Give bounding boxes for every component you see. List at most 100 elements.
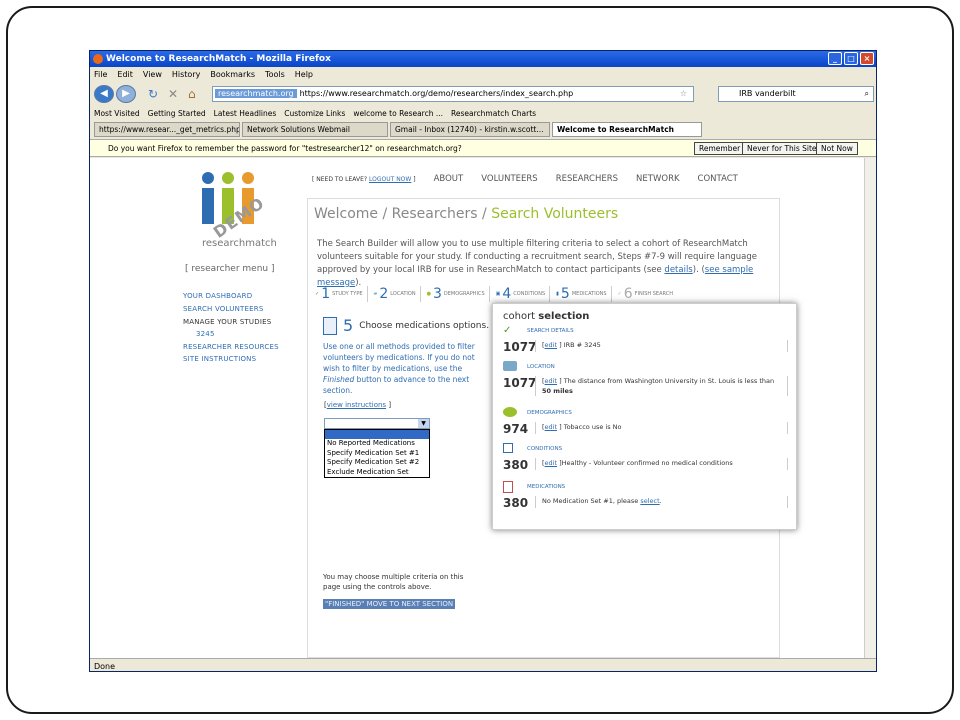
password-notification: Do you want Firefox to remember the pass…	[90, 139, 876, 157]
menu-tools[interactable]: Tools	[265, 68, 285, 82]
option-no-reported[interactable]: No Reported Medications	[325, 439, 429, 449]
demographics-icon	[503, 407, 517, 417]
nav-network[interactable]: NETWORK	[636, 174, 680, 184]
menu-help[interactable]: Help	[295, 68, 313, 82]
step-location[interactable]: ▰ 2 LOCATION	[374, 286, 421, 302]
medications-heading: 5 Choose medications options.	[323, 316, 489, 335]
tab-researchmatch[interactable]: Welcome to ResearchMatch	[552, 122, 702, 137]
search-icon[interactable]: ⌕	[865, 87, 869, 101]
remember-button[interactable]: Remember	[694, 142, 746, 155]
menu-file[interactable]: File	[94, 68, 107, 82]
researcher-menu-title: [ researcher menu ]	[185, 264, 275, 274]
menu-resources[interactable]: RESEARCHER RESOURCES	[183, 343, 279, 351]
step-finish[interactable]: ✓ 6 FINISH SEARCH	[618, 286, 677, 302]
home-icon[interactable]: ⌂	[188, 87, 196, 101]
minimize-button[interactable]: _	[828, 52, 842, 65]
menu-edit[interactable]: Edit	[117, 68, 133, 82]
view-instructions-link[interactable]: view instructions	[327, 401, 386, 409]
multiple-criteria-note: You may choose multiple criteria on this…	[323, 573, 464, 591]
cohort-conditions: CONDITIONS 380 [edit ]Healthy - Volunteer…	[503, 443, 788, 472]
back-button[interactable]: ◀	[94, 85, 114, 103]
cohort-selection-panel: cohort selection ✓ SEARCH DETAILS 1077 [e…	[492, 303, 797, 530]
url-bar[interactable]: researchmatch.org https://www.researchmat…	[212, 86, 694, 102]
site-identity-badge[interactable]: researchmatch.org	[215, 89, 297, 98]
nav-volunteers[interactable]: VOLUNTEERS	[481, 174, 537, 184]
status-bar: Done	[90, 658, 876, 671]
bookmark-item[interactable]: Customize Links	[284, 106, 345, 121]
nav-researchers[interactable]: RESEARCHERS	[556, 174, 618, 184]
firefox-icon	[93, 54, 103, 64]
url-text: https://www.researchmatch.org/demo/resea…	[299, 89, 574, 98]
star-icon[interactable]: ☆	[680, 87, 687, 101]
maximize-button[interactable]: □	[844, 52, 858, 65]
edit-link[interactable]: edit	[545, 459, 557, 467]
breadcrumb: Welcome / Researchers / Search Volunteer…	[314, 206, 619, 222]
crumb-welcome[interactable]: Welcome	[314, 206, 378, 222]
option-exclude[interactable]: Exclude Medication Set	[325, 468, 429, 478]
option-set-1[interactable]: Specify Medication Set #1	[325, 449, 429, 459]
medication-select[interactable]: ▼	[324, 418, 430, 429]
demo-stamp: DEMO	[209, 193, 268, 242]
bookmark-item[interactable]: Most Visited	[94, 106, 140, 121]
reload-icon[interactable]: ↻	[148, 87, 158, 101]
logo-wordmark: researchmatch	[202, 238, 277, 249]
browser-window: Welcome to ResearchMatch - Mozilla Firef…	[89, 50, 877, 672]
tab-webmail[interactable]: Network Solutions Webmail	[242, 122, 388, 137]
stop-icon[interactable]: ✕	[168, 87, 178, 101]
vertical-scrollbar[interactable]	[864, 158, 876, 658]
menu-view[interactable]: View	[143, 68, 162, 82]
bookmark-item[interactable]: Latest Headlines	[214, 106, 277, 121]
chevron-down-icon[interactable]: ▼	[418, 419, 429, 428]
page-content: DEMO researchmatch [ researcher menu ] Y…	[90, 158, 866, 658]
option-highlighted[interactable]	[325, 430, 429, 439]
top-navigation: [ NEED TO LEAVE? LOGOUT NOW ] ABOUT VOLU…	[312, 174, 782, 184]
step-medications[interactable]: ▮ 5 MEDICATIONS	[556, 286, 612, 302]
bookmark-item[interactable]: welcome to Research ...	[353, 106, 443, 121]
forward-button[interactable]: ▶	[116, 85, 136, 103]
menu-history[interactable]: History	[172, 68, 200, 82]
tab-strip: https://www.resear..._get_metrics.php Ne…	[90, 122, 876, 138]
menu-bookmarks[interactable]: Bookmarks	[210, 68, 255, 82]
cohort-demographics: DEMOGRAPHICS 974 [edit ] Tobacco use is N…	[503, 407, 788, 436]
cohort-medications: MEDICATIONS 380 No Medication Set #1, ple…	[503, 481, 788, 510]
menu-manage-studies[interactable]: MANAGE YOUR STUDIES	[183, 318, 271, 326]
edit-link[interactable]: edit	[545, 377, 557, 385]
logout-link[interactable]: LOGOUT NOW	[369, 176, 411, 183]
crumb-researchers[interactable]: Researchers	[392, 206, 478, 222]
option-set-2[interactable]: Specify Medication Set #2	[325, 458, 429, 468]
menu-study-3245[interactable]: 3245	[196, 330, 215, 338]
menu-bar: File Edit View History Bookmarks Tools H…	[90, 68, 876, 82]
map-icon	[503, 361, 517, 371]
menu-dashboard[interactable]: YOUR DASHBOARD	[183, 292, 252, 300]
step-conditions[interactable]: ▣ 4 CONDITIONS	[496, 286, 551, 302]
conditions-icon	[503, 443, 513, 453]
edit-link[interactable]: edit	[545, 341, 557, 349]
menu-instructions[interactable]: SITE INSTRUCTIONS	[183, 355, 256, 363]
bookmark-item[interactable]: Researchmatch Charts	[451, 106, 536, 121]
select-link[interactable]: select	[640, 497, 659, 505]
finished-button[interactable]: "FINISHED" MOVE TO NEXT SECTION	[323, 599, 456, 609]
menu-search-volunteers[interactable]: SEARCH VOLUNTEERS	[183, 305, 263, 313]
search-steps: ✓ 1 STUDY TYPE ▰ 2 LOCATION ● 3 DEMOGRAPHICS ▣…	[315, 284, 775, 304]
details-link[interactable]: details	[664, 265, 692, 275]
medication-options: No Reported Medications Specify Medicati…	[324, 429, 430, 478]
bookmark-item[interactable]: Getting Started	[148, 106, 206, 121]
medications-icon	[503, 481, 513, 493]
nav-contact[interactable]: CONTACT	[698, 174, 738, 184]
step-study-type[interactable]: ✓ 1 STUDY TYPE	[315, 286, 368, 302]
tab-gmail[interactable]: Gmail - Inbox (12740) - kirstin.w.scott.…	[390, 122, 550, 137]
close-button[interactable]: ×	[860, 52, 874, 65]
map-icon: ▰	[373, 291, 378, 297]
nav-about[interactable]: ABOUT	[434, 174, 464, 184]
medication-bottle-icon	[323, 316, 337, 335]
not-now-button[interactable]: Not Now	[816, 142, 858, 155]
never-button[interactable]: Never for This Site	[742, 142, 822, 155]
demographics-icon: ●	[426, 291, 431, 297]
edit-link[interactable]: edit	[545, 423, 557, 431]
step-demographics[interactable]: ● 3 DEMOGRAPHICS	[427, 286, 490, 302]
medications-description: Use one or all methods provided to filte…	[323, 342, 475, 395]
search-value: IRB vanderbilt	[739, 89, 796, 98]
tab-metrics[interactable]: https://www.resear..._get_metrics.php	[94, 122, 240, 137]
search-bar[interactable]: IRB vanderbilt ⌕	[718, 86, 874, 102]
cohort-location: LOCATION 1077 [edit ] The distance from W…	[503, 361, 788, 396]
